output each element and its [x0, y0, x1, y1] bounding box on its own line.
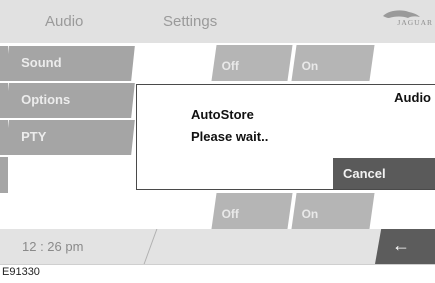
tab-settings[interactable]: Settings — [163, 13, 217, 30]
clock: 12 : 26 pm — [22, 239, 84, 254]
cancel-button[interactable]: Cancel — [333, 158, 435, 189]
logo-wordmark: JAGUAR — [397, 18, 433, 27]
menu-item-label: Options — [21, 92, 71, 107]
toggle-off-label: Off — [221, 59, 239, 73]
menu-item-pty[interactable]: PTY — [5, 120, 135, 155]
dialog-message-wait: Please wait.. — [191, 129, 269, 144]
menu-edge — [0, 157, 8, 193]
dialog-message-autostore: AutoStore — [191, 107, 254, 122]
menu-item-sound[interactable]: Sound — [5, 46, 135, 81]
toggle-off-row1[interactable]: Off — [211, 45, 293, 81]
back-arrow-icon: ← — [392, 235, 410, 255]
toggle-on-row2[interactable]: On — [291, 193, 375, 229]
toggle-on-row1[interactable]: On — [291, 45, 375, 81]
status-bar: 12 : 26 pm ← — [0, 229, 435, 264]
infotainment-screen: Audio Settings JAGUAR Sound Options PTY … — [0, 0, 435, 265]
toggle-on-label: On — [301, 207, 319, 221]
autostore-dialog: Audio AutoStore Please wait.. Cancel — [136, 84, 435, 190]
toggle-off-label: Off — [221, 207, 239, 221]
toggle-on-label: On — [301, 59, 319, 73]
dialog-title: Audio — [394, 90, 431, 105]
toggle-off-row2[interactable]: Off — [211, 193, 293, 229]
menu-item-options[interactable]: Options — [5, 83, 135, 118]
menu-item-label: Sound — [21, 55, 62, 70]
menu-item-label: PTY — [21, 129, 47, 144]
figure-caption: E91330 — [2, 266, 40, 278]
tab-audio[interactable]: Audio — [45, 13, 83, 30]
top-bar: Audio Settings JAGUAR — [0, 0, 435, 45]
